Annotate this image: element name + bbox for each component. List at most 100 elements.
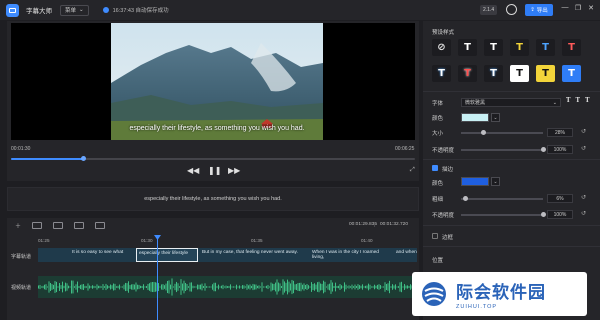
divider bbox=[423, 225, 600, 226]
text-style-preset[interactable]: T bbox=[536, 39, 555, 56]
audio-waveform-track[interactable] bbox=[38, 276, 417, 298]
ruler-tick: 01:40 bbox=[361, 238, 373, 243]
position-label: 位置 bbox=[432, 258, 444, 264]
subtitle-clip[interactable]: When I was in the city I roamed living, bbox=[310, 248, 392, 262]
subtitle-text-editor[interactable]: especially their lifestyle, as something… bbox=[7, 187, 419, 211]
maximize-icon[interactable]: ❐ bbox=[573, 4, 583, 12]
fullscreen-icon[interactable]: ⤢ bbox=[410, 167, 415, 174]
play-pause-icon[interactable]: ❚❚ bbox=[208, 166, 221, 175]
audio-waveform bbox=[38, 278, 417, 296]
subtitle-track-label: 字幕轨道 bbox=[11, 254, 32, 260]
audio-track-label: 视频轨道 bbox=[11, 285, 32, 291]
reset-icon[interactable]: ↺ bbox=[581, 145, 586, 152]
timeline-separator: | bbox=[374, 222, 376, 228]
text-style-preset[interactable]: T bbox=[510, 65, 529, 82]
divider bbox=[423, 159, 600, 160]
font-style-buttons[interactable]: T T T bbox=[566, 97, 591, 104]
merge-icon[interactable] bbox=[53, 221, 64, 229]
stroke-opacity-slider[interactable] bbox=[461, 212, 546, 217]
stroke-opacity-label: 不透明度 bbox=[432, 213, 455, 219]
stroke-width-label: 粗细 bbox=[432, 197, 444, 203]
preset-styles-title: 预设样式 bbox=[432, 30, 455, 36]
menu-button[interactable]: 菜单 ⌄ bbox=[60, 4, 89, 16]
stroke-opacity-value[interactable]: 100% bbox=[547, 210, 573, 219]
playback-progress[interactable] bbox=[11, 156, 415, 161]
save-status: 16:37:43 自动保存成功 bbox=[102, 6, 169, 14]
subtitle-overlay: especially their lifestyle, as something… bbox=[129, 125, 305, 132]
text-style-preset[interactable]: T bbox=[484, 39, 503, 56]
export-button[interactable]: ⇪ 导出 bbox=[525, 4, 553, 16]
text-style-preset[interactable]: T bbox=[458, 39, 477, 56]
reset-icon[interactable]: ↺ bbox=[581, 194, 586, 201]
app-title: 字幕大师 bbox=[26, 8, 52, 15]
user-avatar-icon[interactable] bbox=[506, 4, 517, 15]
mountain-landscape-image bbox=[111, 23, 323, 140]
reset-icon[interactable]: ↺ bbox=[581, 210, 586, 217]
opacity-slider[interactable] bbox=[461, 147, 546, 152]
subtitle-track[interactable]: It is so easy to see what especially the… bbox=[38, 248, 417, 262]
text-style-preset[interactable]: T bbox=[536, 65, 555, 82]
delete-icon[interactable] bbox=[95, 221, 106, 229]
timeline-total-duration: 00:01:32.720 bbox=[380, 222, 409, 227]
no-style-preset-icon[interactable]: ⊘ bbox=[432, 39, 451, 56]
text-style-preset[interactable]: T bbox=[458, 65, 477, 82]
opacity-value[interactable]: 100% bbox=[547, 145, 573, 154]
subtitle-clip-selected[interactable]: especially their lifestyle bbox=[136, 248, 198, 262]
copy-icon[interactable] bbox=[74, 221, 85, 229]
minimize-icon[interactable]: — bbox=[560, 4, 570, 11]
stroke-color-dropdown[interactable]: ⌄ bbox=[491, 177, 500, 186]
timeline-ruler[interactable]: 01:25 01:30 01:35 01:40 bbox=[7, 234, 419, 246]
progress-fill bbox=[11, 158, 84, 160]
stroke-color-label: 颜色 bbox=[432, 181, 444, 187]
current-time: 00:01:30 bbox=[11, 146, 31, 152]
text-style-preset[interactable]: T bbox=[484, 65, 503, 82]
video-player[interactable]: especially their lifestyle, as something… bbox=[11, 23, 415, 140]
reset-icon[interactable]: ↺ bbox=[581, 128, 586, 135]
split-icon[interactable] bbox=[32, 221, 43, 229]
stroke-opacity-slider-handle[interactable] bbox=[540, 212, 546, 217]
size-label: 大小 bbox=[432, 131, 444, 137]
rewind-icon[interactable]: ◀◀ bbox=[187, 166, 199, 175]
ruler-tick: 01:30 bbox=[141, 238, 153, 243]
stroke-width-slider[interactable] bbox=[461, 196, 543, 201]
save-status-icon bbox=[102, 7, 109, 13]
divider bbox=[423, 91, 600, 92]
chevron-down-icon: ⌄ bbox=[552, 99, 557, 106]
version-badge: 2.1.4 bbox=[480, 5, 498, 15]
playhead[interactable] bbox=[157, 235, 158, 320]
fast-forward-icon[interactable]: ▶▶ bbox=[228, 166, 240, 175]
text-style-preset[interactable]: T bbox=[562, 65, 581, 82]
text-style-preset[interactable]: T bbox=[432, 65, 451, 82]
subtitle-clip[interactable]: But in my case, that feeling never went … bbox=[200, 248, 310, 262]
total-time: 00:06:25 bbox=[395, 146, 415, 152]
menu-label: 菜单 bbox=[65, 8, 77, 14]
border-checkbox[interactable] bbox=[432, 233, 438, 239]
add-icon[interactable]: ＋ bbox=[15, 221, 21, 230]
chevron-down-icon: ⌄ bbox=[79, 7, 84, 13]
text-color-swatch[interactable] bbox=[461, 113, 489, 122]
size-slider[interactable] bbox=[461, 130, 543, 135]
font-select[interactable]: 微软雅黑 ⌄ bbox=[461, 98, 561, 107]
stroke-color-swatch[interactable] bbox=[461, 177, 489, 186]
preview-panel: especially their lifestyle, as something… bbox=[7, 21, 419, 181]
export-label: 导出 bbox=[536, 8, 548, 14]
site-watermark: 际会软件园 ZUIHUI.TOP bbox=[412, 272, 587, 316]
stroke-checkbox[interactable] bbox=[432, 165, 438, 171]
stroke-width-slider-handle[interactable] bbox=[463, 196, 469, 201]
timeline-panel: ＋ 00:01:29.835 | 00:01:32.720 01:25 01:3… bbox=[7, 218, 419, 320]
video-frame: especially their lifestyle, as something… bbox=[111, 23, 323, 140]
close-icon[interactable]: ✕ bbox=[586, 4, 596, 12]
opacity-slider-handle[interactable] bbox=[540, 147, 546, 152]
border-label: 边框 bbox=[442, 235, 454, 241]
progress-handle[interactable] bbox=[81, 156, 87, 161]
text-style-preset[interactable]: T bbox=[510, 39, 529, 56]
text-style-preset[interactable]: T bbox=[562, 39, 581, 56]
subtitle-clip[interactable]: and when I bbox=[394, 248, 417, 262]
timeline-current-position: 00:01:29.835 bbox=[349, 222, 378, 227]
stroke-label: 描边 bbox=[442, 167, 454, 173]
size-slider-handle[interactable] bbox=[481, 130, 487, 135]
size-value[interactable]: 28% bbox=[547, 128, 573, 137]
color-label: 颜色 bbox=[432, 116, 444, 122]
text-color-dropdown[interactable]: ⌄ bbox=[491, 113, 500, 122]
stroke-width-value[interactable]: 6% bbox=[547, 194, 573, 203]
